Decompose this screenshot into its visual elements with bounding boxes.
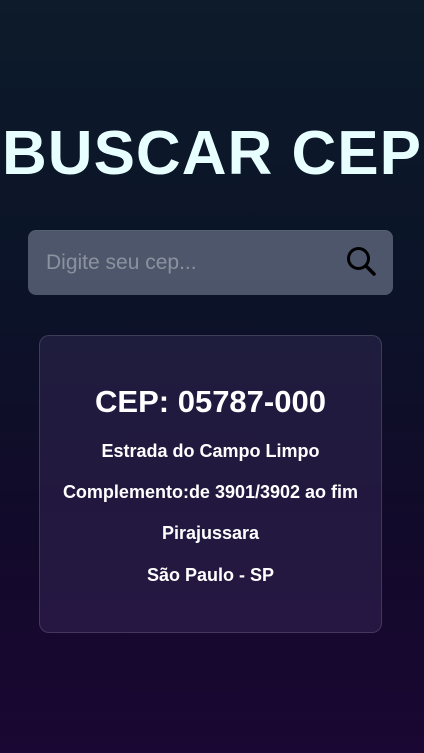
page-title: BUSCAR CEP xyxy=(2,119,422,188)
cep-search-input[interactable] xyxy=(46,230,343,295)
search-icon xyxy=(345,245,377,280)
logradouro-text: Estrada do Campo Limpo xyxy=(101,441,320,461)
cep-value: CEP: 05787-000 xyxy=(95,384,326,419)
search-button[interactable] xyxy=(343,245,379,281)
search-bar xyxy=(28,230,393,295)
bairro-text: Pirajussara xyxy=(161,523,260,543)
cep-result-card: CEP: 05787-000 Estrada do Campo Limpo Co… xyxy=(39,335,382,633)
cidade-uf-text: São Paulo - SP xyxy=(146,565,275,585)
complemento-text: Complemento:de 3901/3902 ao fim xyxy=(62,482,359,502)
app-root: BUSCAR CEP CEP: 05787-000 Estrada do Cam… xyxy=(0,0,424,753)
